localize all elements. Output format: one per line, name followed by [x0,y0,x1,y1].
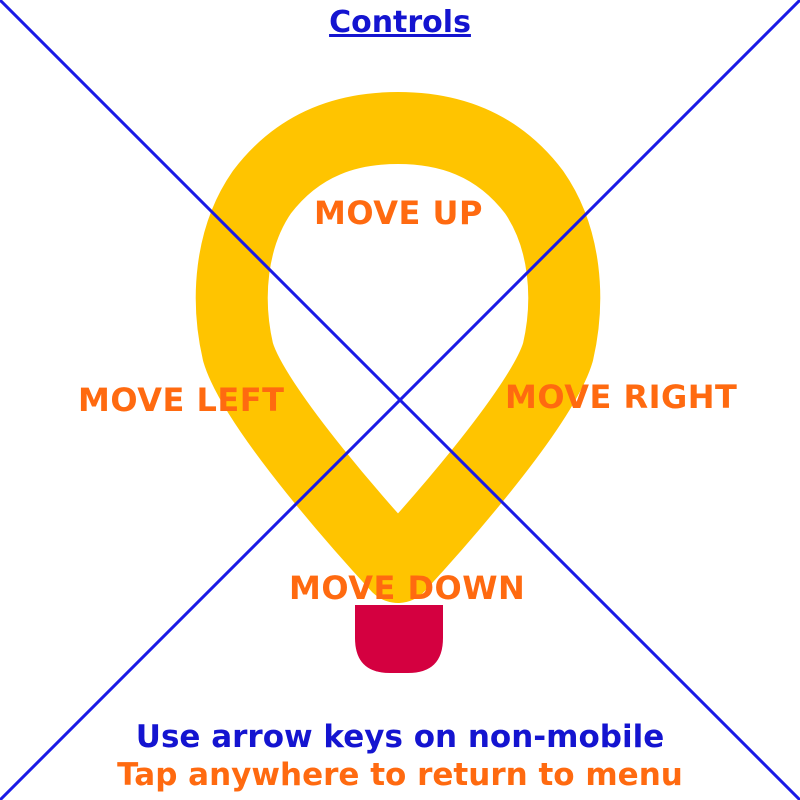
controls-screen: Controls MOVE UP MOVE LEFT MOVE RIGHT MO… [0,0,800,800]
